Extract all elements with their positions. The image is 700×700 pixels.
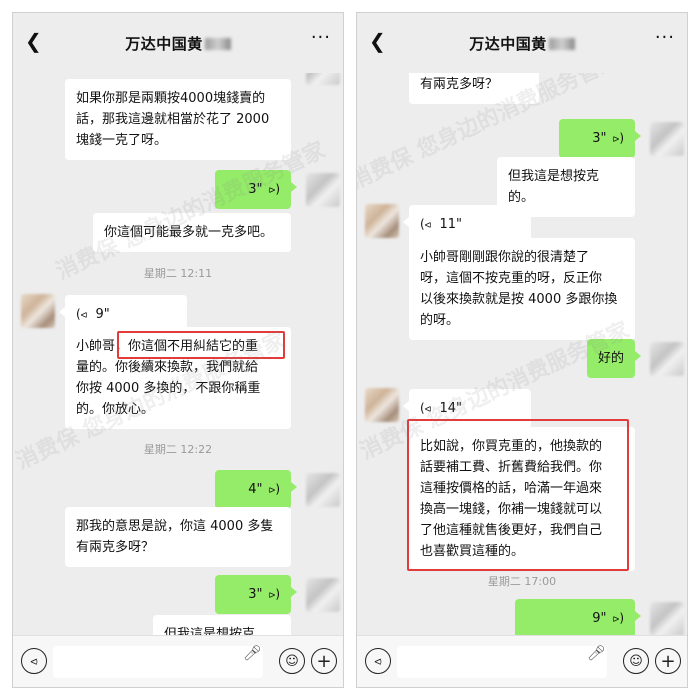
title-redaction <box>204 37 231 50</box>
voice-duration: 3" <box>592 131 607 146</box>
message-bubble[interactable]: 小帥哥剛剛跟你說的很清楚了 呀，這個不按克重的呀，反正你 以後來換款就是按 40… <box>409 238 635 340</box>
voice-wave-icon: ⪧) <box>612 611 624 625</box>
voice-message-bubble[interactable]: 9" ⪧) <box>515 599 641 635</box>
voice-duration: 3" <box>248 182 263 197</box>
message-line: 話要補工費、折舊費給我們。你 <box>420 460 603 475</box>
plus-icon[interactable]: + <box>311 648 337 674</box>
message-line: 了他這種就售後更好，我們自己 <box>420 523 603 538</box>
voice-wave-icon: ⪧) <box>612 131 624 145</box>
message-line: 以後來換款就是按 4000 多跟你換 <box>420 292 618 307</box>
message-bubble[interactable]: 那我的意思是說，你這 4000 多隻 有兩克多呀？ <box>65 507 291 567</box>
message-line: 你按 4000 多換的，不跟你稱重 <box>76 381 261 396</box>
chat-title: 万达中国黄 <box>469 33 575 54</box>
message-line: 你這個可能最多就一克多吧。 <box>104 225 274 240</box>
voice-wave-icon: (⪦ <box>420 401 432 415</box>
message-line: 小帥哥剛剛跟你說的很清楚了 <box>420 250 590 265</box>
chat-title: 万达中国黄 <box>125 33 231 54</box>
message-bubble[interactable]: 但我這是想按克的。 <box>153 615 291 635</box>
voice-message-bubble[interactable]: 3" ⪧) <box>559 119 641 158</box>
plus-icon[interactable]: + <box>655 648 681 674</box>
chat-screen-left: ❮ 万达中国黄 ··· 如果你那是兩顆按4000塊錢賣的 話，那我這邊就相當於花… <box>12 12 344 688</box>
avatar[interactable] <box>306 73 340 85</box>
more-icon[interactable]: ··· <box>655 29 675 47</box>
timestamp: 星期二 17:00 <box>487 575 557 588</box>
message-bubble[interactable]: 好的 <box>587 339 641 378</box>
message-line: 小帥哥，你這個不用糾結它的重 <box>76 339 259 354</box>
chat-title-text: 万达中国黄 <box>125 34 203 53</box>
voice-input-icon[interactable]: ⪦ <box>21 648 47 674</box>
chat-title-text: 万达中国黄 <box>469 34 547 53</box>
voice-wave-icon: ⪧) <box>268 587 280 601</box>
voice-wave-icon: (⪦ <box>76 307 88 321</box>
back-icon[interactable]: ❮ <box>25 31 45 51</box>
voice-duration: 14" <box>439 401 462 416</box>
voice-message-bubble[interactable]: 4" ⪧) <box>215 470 297 509</box>
mic-icon[interactable]: 🎤︎ <box>243 644 262 662</box>
voice-wave-icon: ⪧) <box>268 182 280 196</box>
message-line: 好的 <box>598 351 625 366</box>
input-bar: ⪦ 🎤︎ ☺ + <box>13 635 343 687</box>
avatar[interactable] <box>306 473 340 507</box>
voice-duration: 4" <box>248 482 263 497</box>
message-line: 也喜歡買這種的。 <box>420 544 525 559</box>
timestamp: 星期二 12:11 <box>143 267 213 280</box>
input-bar: ⪦ 🎤︎ ☺ + <box>357 635 687 687</box>
voice-duration: 9" <box>95 307 110 322</box>
message-line: 有兩克多呀？ <box>420 77 499 92</box>
voice-message-bubble[interactable]: (⪦ 14" <box>403 389 531 428</box>
voice-input-icon[interactable]: ⪦ <box>365 648 391 674</box>
avatar[interactable] <box>650 602 684 635</box>
avatar[interactable] <box>365 388 399 422</box>
avatar[interactable] <box>650 122 684 156</box>
message-bubble[interactable]: 如果你那是兩顆按4000塊錢賣的 話，那我這邊就相當於花了 2000 塊錢一克了… <box>65 79 291 160</box>
voice-wave-icon: (⪦ <box>420 217 432 231</box>
message-bubble[interactable]: 比如說，你買克重的，他換款的 話要補工費、折舊費給我們。你 這種按價格的話，哈滿… <box>409 427 635 571</box>
message-line: 比如說，你買克重的，他換款的 <box>420 439 603 454</box>
message-line: 換高一塊錢，你補一塊錢就可以 <box>420 502 603 517</box>
message-list[interactable]: 如果你那是兩顆按4000塊錢賣的 話，那我這邊就相當於花了 2000 塊錢一克了… <box>13 73 343 635</box>
voice-duration: 3" <box>248 587 263 602</box>
voice-wave-icon: ⪧) <box>268 482 280 496</box>
voice-duration: 11" <box>439 217 462 232</box>
message-line: 但我這是想按克的。 <box>508 169 600 205</box>
chat-screen-right: ❮ 万达中国黄 ··· 有兩克多呀？ 3" ⪧) 但我這是想按克的。 (⪦ 11… <box>356 12 688 688</box>
avatar[interactable] <box>21 294 55 328</box>
emoji-icon[interactable]: ☺ <box>279 648 305 674</box>
message-line: 量的。你後續來換款，我們就給 <box>76 360 259 375</box>
message-line: 那我的意思是說，你這 4000 多隻 <box>76 519 274 534</box>
message-input[interactable] <box>53 646 263 678</box>
message-bubble[interactable]: 你這個可能最多就一克多吧。 <box>93 213 291 252</box>
message-line: 呀，這個不按克重的呀，反正你 <box>420 271 603 286</box>
message-bubble[interactable]: 小帥哥，你這個不用糾結它的重 量的。你後續來換款，我們就給 你按 4000 多換… <box>65 327 291 429</box>
voice-duration: 9" <box>592 611 607 626</box>
avatar[interactable] <box>650 342 684 376</box>
voice-message-bubble[interactable]: 3" ⪧) <box>215 170 297 209</box>
chat-header: ❮ 万达中国黄 ··· <box>357 13 687 73</box>
message-line: 有兩克多呀？ <box>76 540 155 555</box>
title-redaction <box>548 37 575 50</box>
message-list[interactable]: 有兩克多呀？ 3" ⪧) 但我這是想按克的。 (⪦ 11" 小帥哥剛剛跟你說的很… <box>357 73 687 635</box>
message-line: 話，那我這邊就相當於花了 2000 <box>76 112 270 127</box>
avatar[interactable] <box>306 173 340 207</box>
message-line: 塊錢一克了呀。 <box>76 133 168 148</box>
timestamp: 星期二 12:22 <box>143 443 213 456</box>
message-bubble[interactable]: 有兩克多呀？ <box>409 73 539 104</box>
mic-icon[interactable]: 🎤︎ <box>587 644 606 662</box>
more-icon[interactable]: ··· <box>311 29 331 47</box>
message-line: 的呀。 <box>420 313 460 328</box>
avatar[interactable] <box>365 204 399 238</box>
voice-message-bubble[interactable]: 3" ⪧) <box>215 575 297 614</box>
message-input[interactable] <box>397 646 607 678</box>
emoji-icon[interactable]: ☺ <box>623 648 649 674</box>
message-line: 如果你那是兩顆按4000塊錢賣的 <box>76 91 266 106</box>
chat-header: ❮ 万达中国黄 ··· <box>13 13 343 73</box>
message-line: 但我這是想按克的。 <box>164 627 256 635</box>
back-icon[interactable]: ❮ <box>369 31 389 51</box>
message-line: 的。你放心。 <box>76 402 155 417</box>
avatar[interactable] <box>306 578 340 612</box>
message-line: 這種按價格的話，哈滿一年過來 <box>420 481 603 496</box>
